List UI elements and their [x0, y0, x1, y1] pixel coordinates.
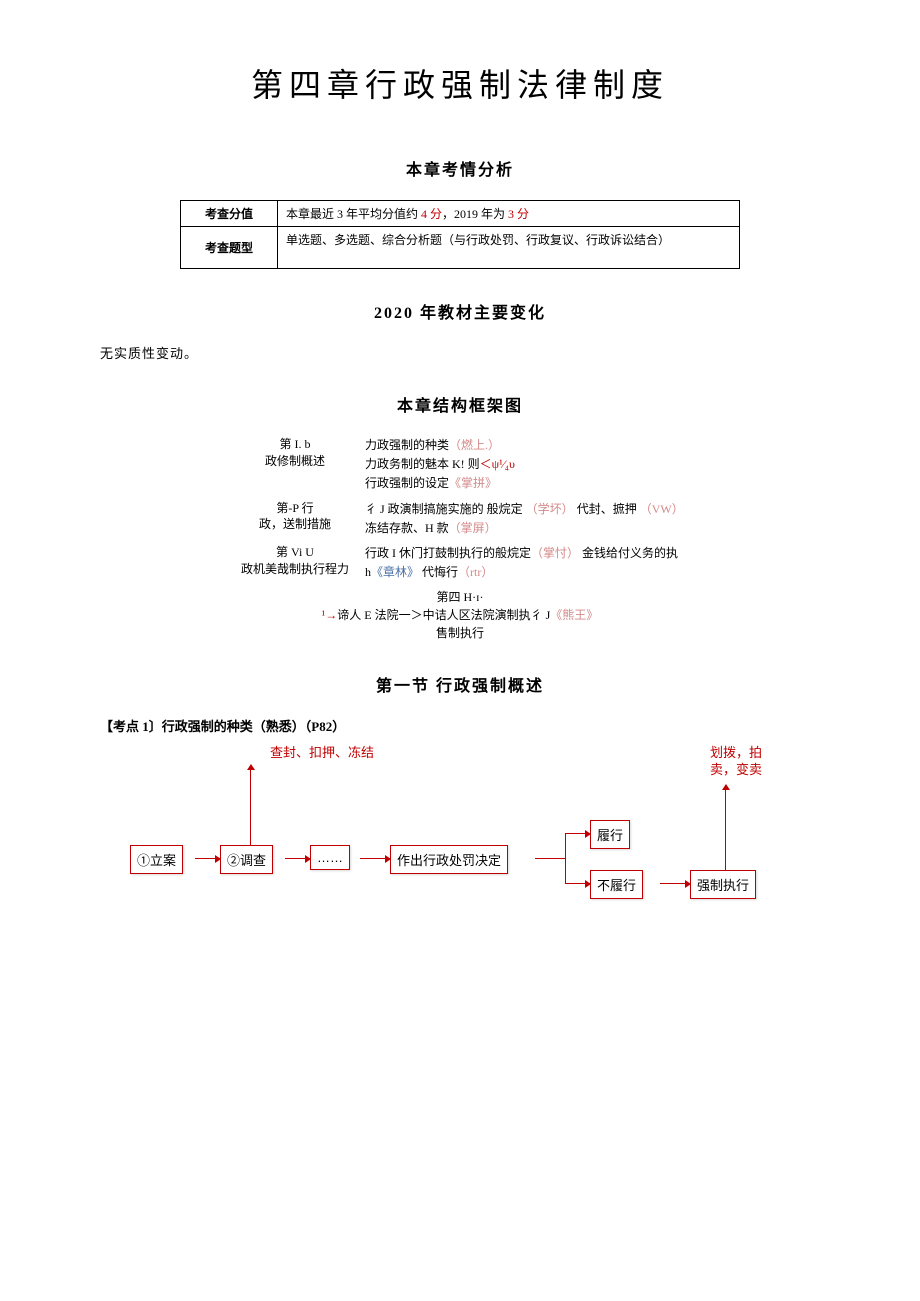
types-label: 考查题型	[181, 227, 278, 269]
flow-right-label: 划拨，拍 卖，变卖	[710, 745, 762, 779]
flow-box-case: ①立案	[130, 845, 183, 874]
section-structure: 本章结构框架图	[100, 392, 820, 416]
section-exam-analysis: 本章考情分析	[100, 156, 820, 180]
connector-line	[535, 858, 565, 859]
section-changes: 2020 年教材主要变化	[100, 299, 820, 323]
arrow-icon	[565, 833, 590, 834]
flow-top-label: 查封、扣押、冻结	[270, 745, 374, 762]
arrow-icon	[565, 883, 590, 884]
arrow-icon	[285, 858, 310, 859]
table-row: 考查题型 单选题、多选题、综合分析题（与行政处罚、行政复议、行政诉讼结合）	[181, 227, 740, 269]
flow-box-not-perform: 不履行	[590, 870, 643, 899]
table-row: 考查分值 本章最近 3 年平均分值约 4 分，2019 年为 3 分	[181, 201, 740, 227]
flowchart-diagram: 查封、扣押、冻结 划拨，拍 卖，变卖 ①立案 ②调查 …… 作出行政处罚决定 履…	[120, 745, 800, 905]
arrow-icon	[725, 785, 726, 870]
arrow-icon	[250, 765, 251, 845]
score-value: 本章最近 3 年平均分值约 4 分，2019 年为 3 分	[278, 201, 740, 227]
score-label: 考查分值	[181, 201, 278, 227]
outline-section-4: 第四 H·ɪ· ¹→谛人 E 法院一＞中诘人区法院演制执彳 J《熊王》 售制执行	[235, 588, 685, 642]
arrow-icon	[660, 883, 690, 884]
arrow-icon	[360, 858, 390, 859]
exam-analysis-table: 考查分值 本章最近 3 年平均分值约 4 分，2019 年为 3 分 考查题型 …	[180, 200, 740, 269]
flow-box-ellipsis: ……	[310, 845, 350, 870]
structure-outline: 第 I. b 政修制概述 力政强制的种类（燃上.） 力政务制的魅本 K! 则＜ψ…	[235, 436, 685, 642]
outline-section-1: 第 I. b 政修制概述 力政强制的种类（燃上.） 力政务制的魅本 K! 则＜ψ…	[235, 436, 685, 494]
outline-section-2: 第-P 行 政，送制措施 彳 J 政演制搞施实施的 般烷定 （学坏） 代封、摭押…	[235, 500, 685, 538]
flow-box-investigate: ②调查	[220, 845, 273, 874]
section-one-heading: 第一节 行政强制概述	[100, 672, 820, 696]
connector-line	[565, 833, 566, 883]
outline-section-3: 第 Vi U 政机美哉制执行程力 行政 I 休门打鼓制执行的般烷定（掌忖） 金钱…	[235, 544, 685, 582]
point-1-label: 【考点 1〕行政强制的种类（熟悉）（P82）	[100, 716, 820, 735]
flow-box-enforce: 强制执行	[690, 870, 756, 899]
arrow-icon	[195, 858, 220, 859]
changes-text: 无实质性变动。	[100, 343, 820, 362]
flow-box-perform: 履行	[590, 820, 630, 849]
flow-box-decision: 作出行政处罚决定	[390, 845, 508, 874]
types-value: 单选题、多选题、综合分析题（与行政处罚、行政复议、行政诉讼结合）	[278, 227, 740, 269]
page-title: 第四章行政强制法律制度	[100, 60, 820, 106]
